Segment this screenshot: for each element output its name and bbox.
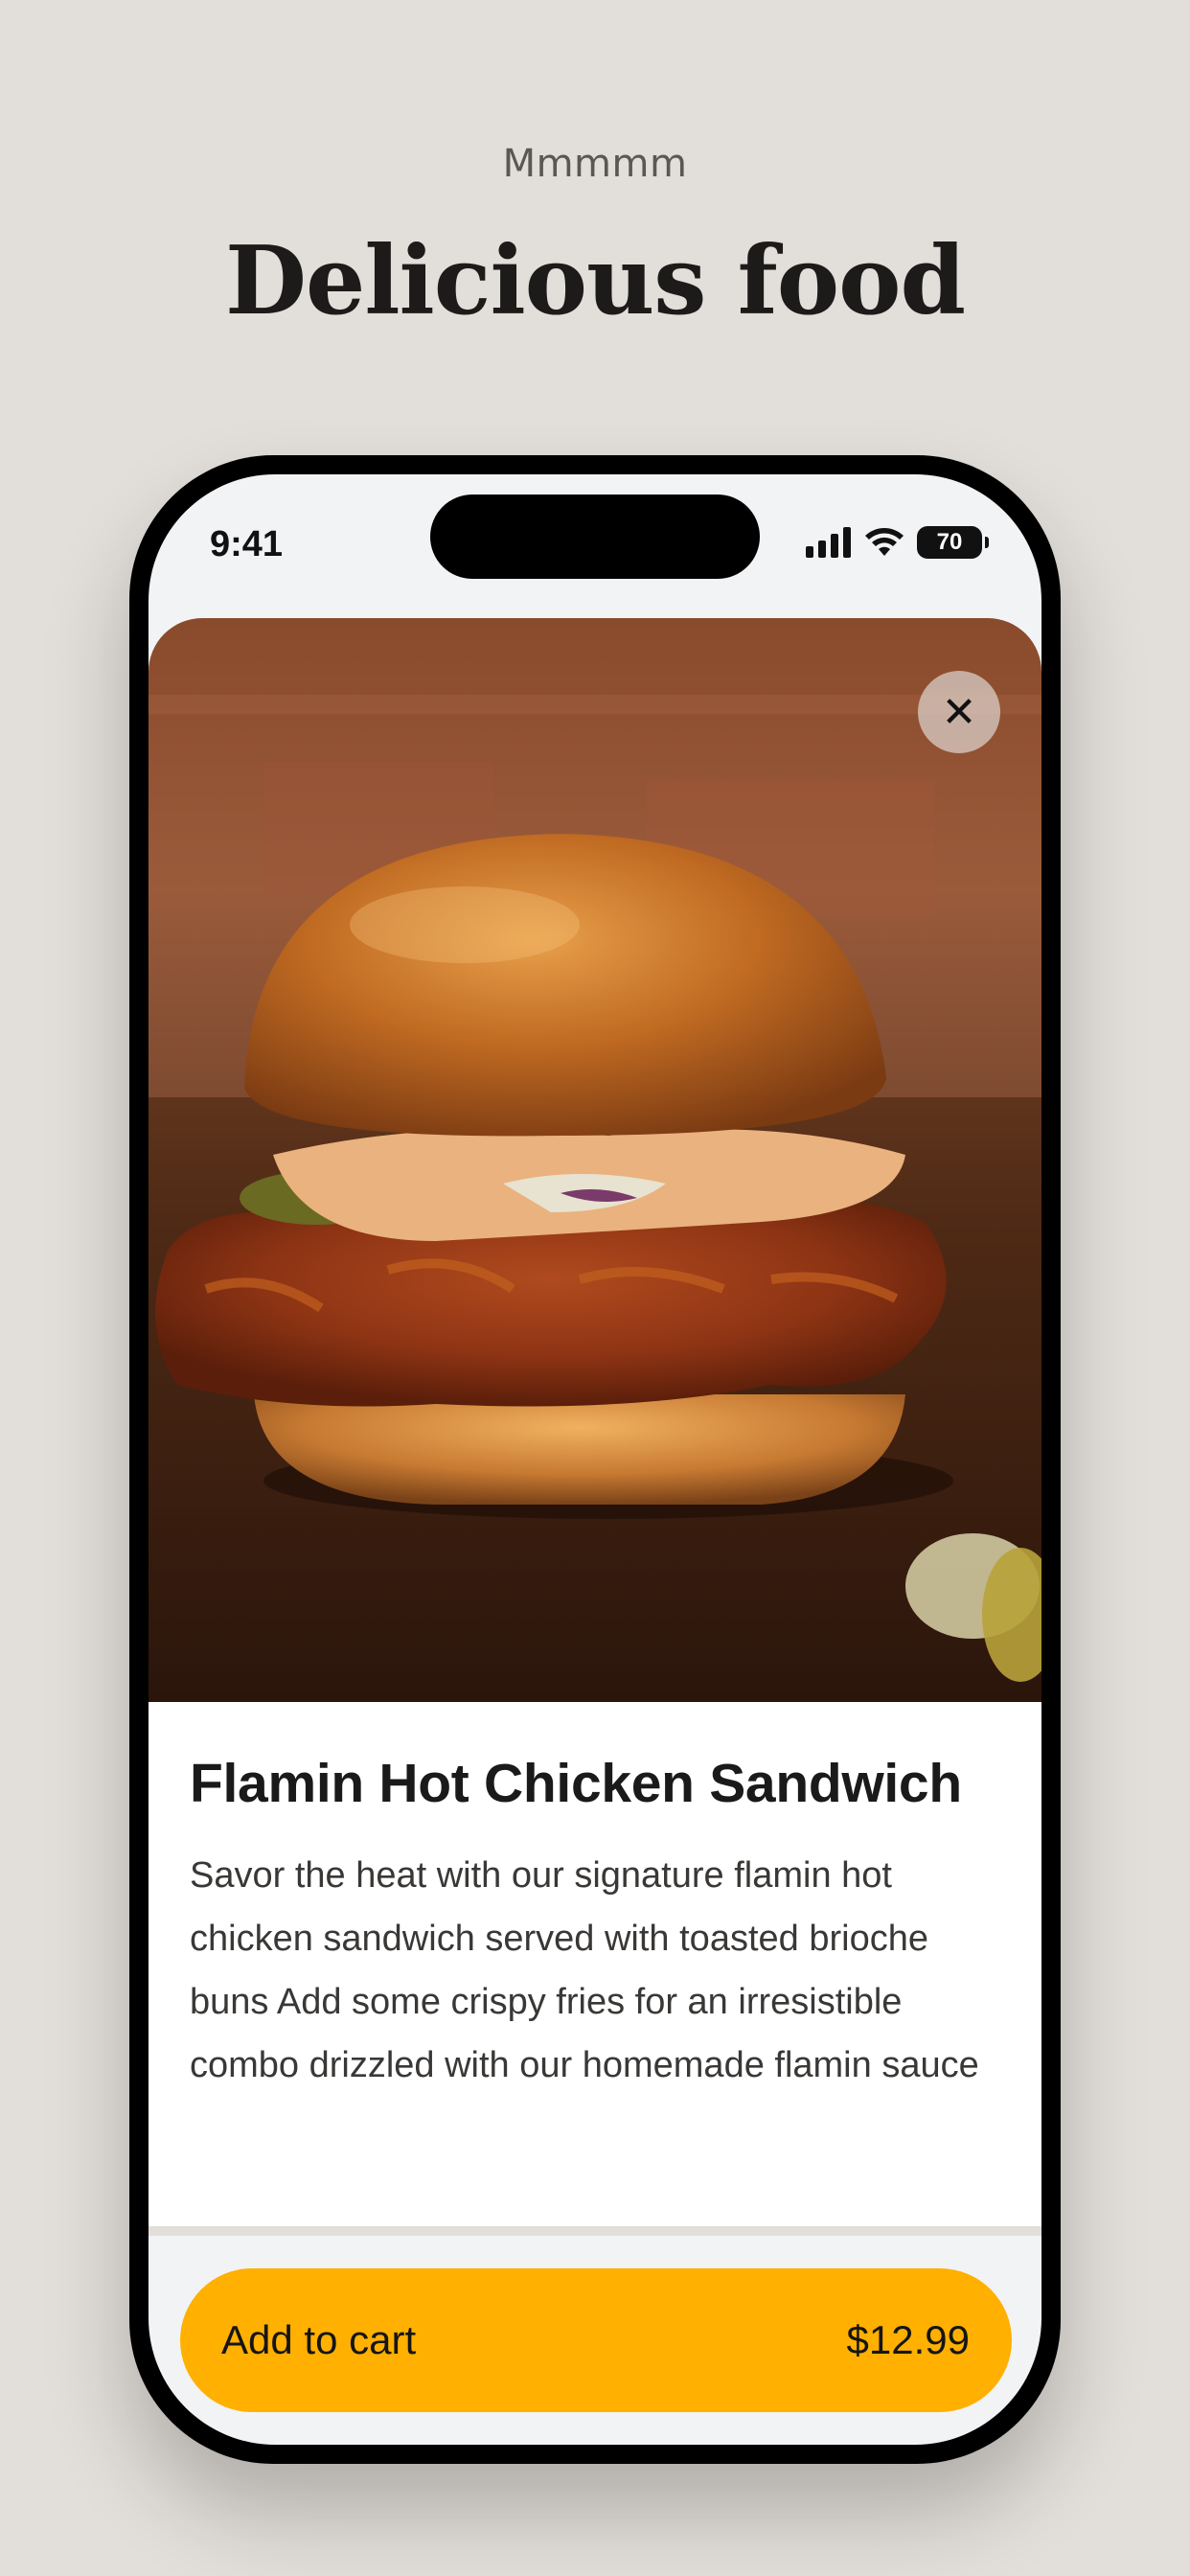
product-description: Savor the heat with our signature flamin… bbox=[190, 1855, 979, 2085]
add-to-cart-button[interactable]: Add to cart $12.99 bbox=[180, 2268, 1012, 2412]
price-label: $12.99 bbox=[846, 2317, 970, 2362]
cellular-signal-icon bbox=[806, 527, 851, 558]
fried-chicken-sandwich-photo: ✕ bbox=[149, 618, 1041, 1702]
phone-frame: 9:41 70 ✕ Flamin Hot Chicken Sandwich Sa… bbox=[129, 455, 1061, 2464]
status-time: 9:41 bbox=[210, 524, 284, 564]
product-title: Flamin Hot Chicken Sandwich bbox=[190, 1753, 962, 1814]
close-icon: ✕ bbox=[941, 688, 977, 736]
status-bar: 9:41 70 bbox=[149, 474, 1041, 618]
battery-level: 70 bbox=[936, 529, 963, 555]
add-to-cart-label: Add to cart bbox=[221, 2317, 417, 2362]
page: Mmmmm Delicious food 9:41 70 ✕ Flamin Ho… bbox=[0, 0, 1190, 2576]
status-icons: 70 bbox=[806, 526, 989, 559]
wifi-icon bbox=[865, 528, 904, 556]
dynamic-island bbox=[430, 494, 760, 579]
battery-icon: 70 bbox=[917, 526, 989, 559]
divider bbox=[149, 2226, 1041, 2236]
product-details: Flamin Hot Chicken Sandwich Savor the he… bbox=[190, 1702, 1014, 2097]
product-sheet: ✕ Flamin Hot Chicken Sandwich Savor the … bbox=[149, 618, 1041, 2228]
close-button[interactable]: ✕ bbox=[918, 671, 1000, 753]
phone-screen: 9:41 70 ✕ Flamin Hot Chicken Sandwich Sa… bbox=[149, 474, 1041, 2445]
eyebrow-text: Mmmmm bbox=[502, 142, 688, 186]
page-headline: Delicious food bbox=[224, 226, 966, 336]
